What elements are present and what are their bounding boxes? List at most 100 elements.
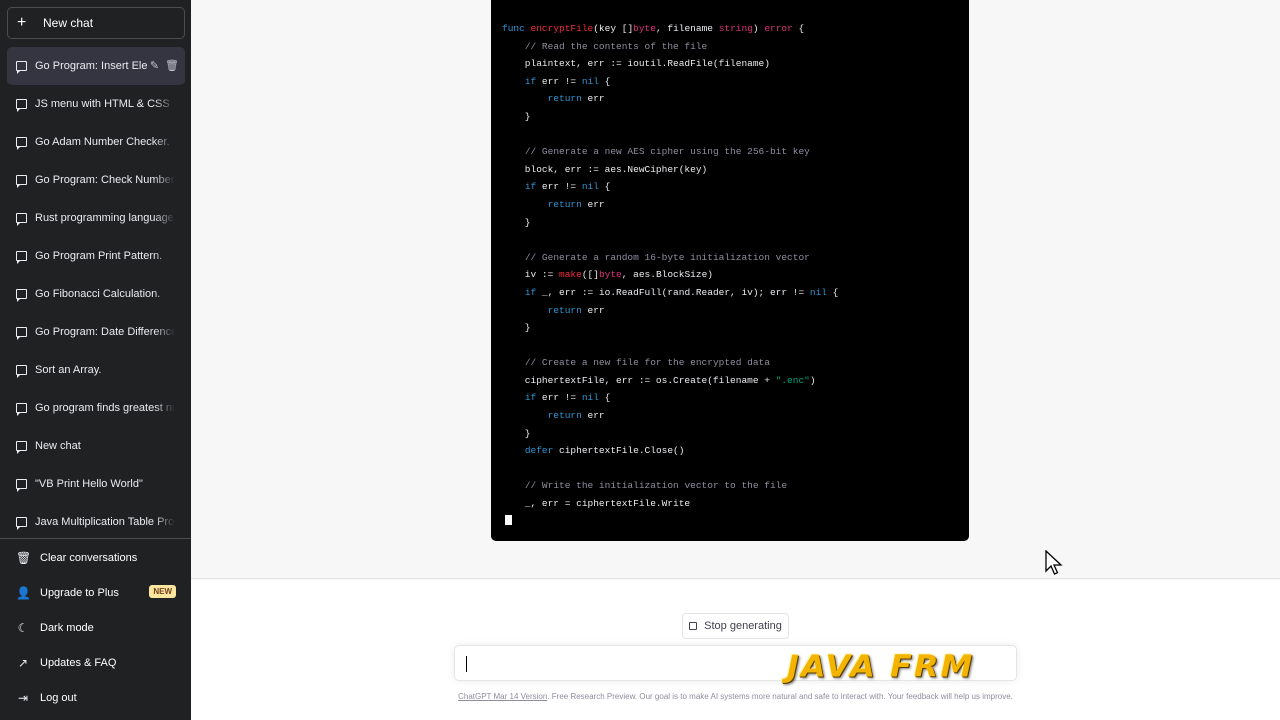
- code-line: // Generate a random 16-byte initializat…: [524, 251, 810, 263]
- stop-generating-button[interactable]: Stop generating: [682, 613, 789, 639]
- clear-conversations-label: Clear conversations: [40, 551, 138, 564]
- conversation-title: Go Program: Check Number: [35, 174, 175, 186]
- code-line: ​: [502, 460, 838, 478]
- user-icon: 👤: [16, 585, 31, 600]
- sidebar-divider: [0, 538, 191, 539]
- new-chat-button[interactable]: + New chat: [7, 7, 185, 39]
- conversation-title: Java Multiplication Table Progr: [35, 516, 175, 528]
- conversation-item[interactable]: Go program finds greatest nu: [7, 389, 185, 427]
- conversation-item[interactable]: Go Adam Number Checker.: [7, 123, 185, 161]
- conversation-item[interactable]: Go Fibonacci Calculation.: [7, 275, 185, 313]
- chat-bubble-icon: [16, 327, 27, 340]
- sidebar-bottom-menu: 🗑 Clear conversations 👤 Upgrade to Plus …: [7, 540, 185, 715]
- code-line: }: [502, 110, 531, 122]
- chat-bubble-icon: [16, 403, 27, 416]
- code-line: return err: [547, 198, 605, 210]
- new-badge: NEW: [149, 585, 176, 598]
- chat-bubble-icon: [16, 365, 27, 378]
- code-block: func encryptFile(key []byte, filename st…: [491, 0, 969, 541]
- logout-icon: ⇥: [17, 690, 29, 705]
- upgrade-to-plus-button[interactable]: 👤 Upgrade to Plus NEW: [7, 575, 185, 610]
- code-line: }: [502, 216, 531, 228]
- conversation-item[interactable]: Go Program: Check Number: [7, 161, 185, 199]
- message-area: func encryptFile(key []byte, filename st…: [191, 0, 1280, 579]
- code-line: block, err := aes.NewCipher(key): [502, 163, 708, 175]
- conversation-item[interactable]: Rust programming language.: [7, 199, 185, 237]
- conversation-list: Go Program: Insert Ele ✎ 🗑 JS menu with HTM…: [7, 47, 185, 541]
- code-line: if err != nil {: [524, 75, 611, 87]
- mouse-pointer-icon: [1045, 550, 1063, 575]
- chat-bubble-icon: [16, 441, 27, 454]
- chat-bubble-icon: [16, 61, 27, 74]
- log-out-label: Log out: [40, 691, 77, 704]
- conversation-title: Go Program: Date Difference.: [35, 326, 175, 338]
- conversation-title: Sort an Array.: [35, 364, 102, 376]
- footer-disclaimer: ChatGPT Mar 14 Version. Free Research Pr…: [191, 692, 1280, 701]
- code-line: ​: [502, 337, 838, 355]
- code-line: // Generate a new AES cipher using the 2…: [524, 146, 810, 158]
- streaming-cursor: [505, 515, 512, 525]
- dark-mode-label: Dark mode: [40, 621, 94, 634]
- conversation-actions: ✎ 🗑: [150, 59, 179, 72]
- chat-bubble-icon: [16, 175, 27, 188]
- conversation-item[interactable]: New chat: [7, 427, 185, 465]
- code-line: // Write the initialization vector to th…: [524, 480, 788, 492]
- dark-mode-button[interactable]: ☾ Dark mode: [7, 610, 185, 645]
- code-line: ciphertextFile, err := os.Create(filenam…: [502, 374, 816, 386]
- code-line: defer ciphertextFile.Close(): [524, 445, 685, 457]
- plus-icon: +: [17, 14, 27, 31]
- watermark-logo: JAVA FRM: [787, 647, 975, 685]
- delete-icon[interactable]: 🗑: [165, 59, 179, 72]
- chat-bubble-icon: [16, 517, 27, 530]
- code-line: // Create a new file for the encrypted d…: [524, 357, 770, 369]
- code-line: if _, err := io.ReadFull(rand.Reader, iv…: [524, 286, 839, 298]
- clear-conversations-button[interactable]: 🗑 Clear conversations: [7, 540, 185, 575]
- chat-bubble-icon: [16, 251, 27, 264]
- version-link[interactable]: ChatGPT Mar 14 Version: [458, 692, 547, 701]
- chat-bubble-icon: [16, 99, 27, 112]
- upgrade-label: Upgrade to Plus: [40, 586, 119, 599]
- conversation-title: Rust programming language.: [35, 212, 175, 224]
- conversation-title: Go Adam Number Checker.: [35, 136, 170, 148]
- code-content: func encryptFile(key []byte, filename st…: [502, 20, 838, 513]
- conversation-title: New chat: [35, 440, 81, 452]
- code-line: if err != nil {: [524, 181, 611, 193]
- code-line: }: [502, 322, 531, 334]
- chat-bubble-icon: [16, 289, 27, 302]
- conversation-item[interactable]: Go Program Print Pattern.: [7, 237, 185, 275]
- chat-bubble-icon: [16, 213, 27, 226]
- code-line: if err != nil {: [524, 392, 611, 404]
- main-panel: func encryptFile(key []byte, filename st…: [191, 0, 1280, 720]
- code-line: // Read the contents of the file: [524, 40, 708, 52]
- conversation-title: Go Fibonacci Calculation.: [35, 288, 161, 300]
- conversation-title: Go program finds greatest nu: [35, 402, 175, 414]
- conversation-item[interactable]: "VB Print Hello World": [7, 465, 185, 503]
- stop-icon: [689, 622, 698, 630]
- external-link-icon: ↗: [17, 655, 29, 670]
- conversation-item[interactable]: JS menu with HTML & CSS: [7, 85, 185, 123]
- code-line: return err: [547, 304, 605, 316]
- stop-generating-label: Stop generating: [704, 620, 782, 632]
- code-line: plaintext, err := ioutil.ReadFile(filena…: [502, 58, 770, 70]
- chat-bubble-icon: [16, 137, 27, 150]
- code-line: return err: [547, 410, 605, 422]
- conversation-item[interactable]: Go Program: Insert Ele ✎ 🗑: [7, 47, 185, 85]
- conversation-item[interactable]: Sort an Array.: [7, 351, 185, 389]
- conversation-title: Go Program Print Pattern.: [35, 250, 163, 262]
- text-caret: [466, 656, 467, 672]
- conversation-title: JS menu with HTML & CSS: [35, 98, 170, 110]
- code-line: ​: [502, 126, 838, 144]
- code-line: func encryptFile(key []byte, filename st…: [502, 23, 805, 34]
- moon-icon: ☾: [17, 620, 29, 635]
- conversation-item[interactable]: Java Multiplication Table Progr: [7, 503, 185, 541]
- chat-bubble-icon: [16, 479, 27, 492]
- edit-icon[interactable]: ✎: [150, 59, 159, 72]
- composer-area: Stop generating ChatGPT Mar 14 Version. …: [191, 580, 1280, 720]
- trash-icon: 🗑: [16, 550, 32, 565]
- code-line: ​: [502, 231, 838, 249]
- new-chat-label: New chat: [43, 16, 94, 30]
- code-line: _, err = ciphertextFile.Write: [502, 498, 691, 510]
- updates-faq-link[interactable]: ↗ Updates & FAQ: [7, 645, 185, 680]
- conversation-item[interactable]: Go Program: Date Difference.: [7, 313, 185, 351]
- log-out-button[interactable]: ⇥ Log out: [7, 680, 185, 715]
